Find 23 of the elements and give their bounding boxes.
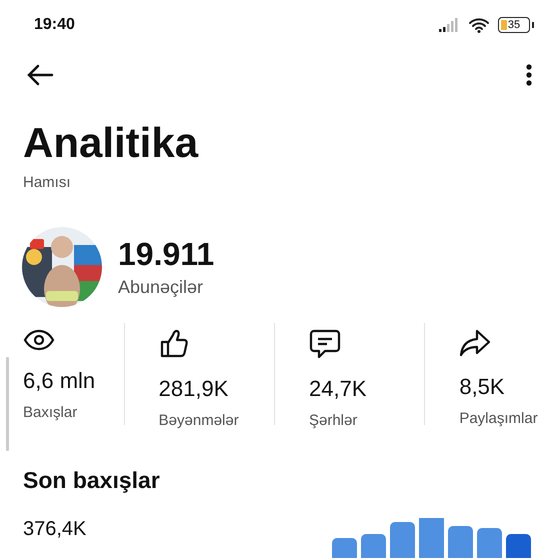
stat-label: Paylaşımlar (459, 410, 539, 427)
section-heading: Son baxışlar (23, 467, 161, 494)
share-icon (459, 329, 492, 357)
stat-value: 8,5K (459, 374, 506, 400)
stat-label: Baxışlar (23, 404, 78, 421)
recent-views-value: 376,4K (23, 518, 86, 541)
signal-icon (438, 18, 460, 32)
eye-icon (23, 329, 55, 351)
page-subtitle: Hamısı (23, 174, 72, 191)
comment-icon (309, 329, 341, 359)
back-arrow-icon[interactable] (26, 64, 54, 86)
thumbs-up-icon (158, 329, 189, 359)
stat-label: Bəyənmələr (158, 412, 240, 429)
stat-value: 281,9K (158, 376, 230, 402)
subscriber-count: 19.911 (118, 236, 214, 273)
status-time: 19:40 (34, 16, 75, 34)
wifi-icon (468, 17, 490, 33)
stat-value: 6,6 mln (23, 368, 96, 394)
stat-label: Şərhlər (309, 412, 358, 429)
stat-value: 24,7K (309, 376, 368, 402)
page-title: Analitika (23, 122, 200, 164)
subscriber-label: Abunəçilər (118, 277, 204, 298)
more-options-icon[interactable] (526, 64, 532, 86)
